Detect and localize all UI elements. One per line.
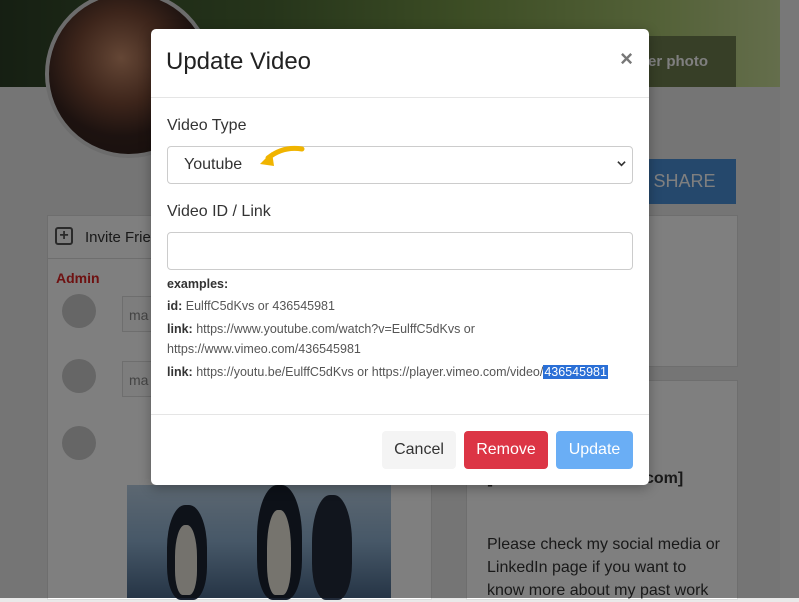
remove-button[interactable]: Remove <box>464 431 548 469</box>
video-id-input[interactable] <box>167 232 633 270</box>
id-example: id: EulffC5dKvs or 436545981 <box>167 299 335 313</box>
update-video-dialog: Update Video × Video Type Youtube Video … <box>151 29 649 485</box>
video-type-selected-value: Youtube <box>184 156 243 173</box>
cancel-button[interactable]: Cancel <box>382 431 456 469</box>
modal-title: Update Video <box>166 48 312 75</box>
video-type-label: Video Type <box>167 117 247 134</box>
link-example-2: link: https://youtu.be/EulffC5dKvs or ht… <box>167 365 608 379</box>
examples-heading: examples: <box>167 277 229 291</box>
update-button[interactable]: Update <box>556 431 633 469</box>
video-type-select[interactable]: Youtube <box>167 146 633 184</box>
link-example-1: link: https://www.youtube.com/watch?v=Eu… <box>167 322 475 356</box>
selected-text: 436545981 <box>543 365 608 379</box>
arrow-annotation-icon <box>260 145 305 166</box>
modal-header: Update Video × <box>151 29 649 98</box>
close-icon[interactable]: × <box>620 46 633 72</box>
video-id-label: Video ID / Link <box>167 203 271 220</box>
chevron-down-icon <box>617 161 626 167</box>
